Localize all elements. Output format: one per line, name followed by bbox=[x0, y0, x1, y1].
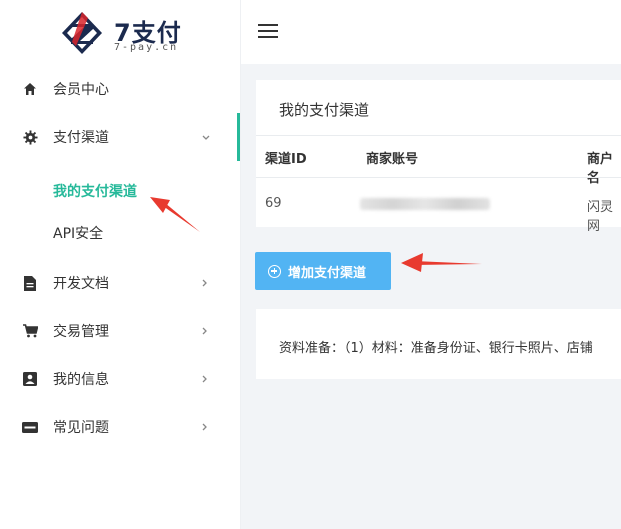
brand-logo[interactable]: 7支付 7-pay.cn bbox=[58, 10, 188, 56]
sidebar-item-label: 交易管理 bbox=[53, 324, 109, 340]
plus-circle-icon bbox=[268, 264, 281, 278]
column-header-channel-id: 渠道ID bbox=[265, 152, 307, 167]
sidebar-item-label: 我的信息 bbox=[53, 372, 109, 388]
logo-emblem-icon bbox=[62, 12, 102, 54]
sub-item-my-channels[interactable]: 我的支付渠道 bbox=[53, 181, 137, 201]
channels-card: 我的支付渠道 渠道ID 商家账号 商户名 69 闪灵网 bbox=[256, 80, 621, 234]
add-button-label: 增加支付渠道 bbox=[288, 265, 367, 281]
divider bbox=[256, 135, 621, 136]
brand-domain: 7-pay.cn bbox=[114, 42, 179, 53]
notice-text: 资料准备：（1）材料：准备身份证、银行卡照片、店铺 bbox=[279, 341, 593, 356]
column-header-merchant-name: 商户名 bbox=[587, 152, 614, 186]
home-icon bbox=[22, 81, 38, 97]
sidebar-item-label: 开发文档 bbox=[53, 276, 109, 292]
add-payment-channel-button[interactable]: 增加支付渠道 bbox=[255, 252, 391, 290]
menu-toggle-icon[interactable] bbox=[258, 23, 278, 39]
card-title: 我的支付渠道 bbox=[279, 101, 370, 119]
sidebar: 7支付 7-pay.cn 会员中心 支付渠道 我的支付渠道 API安全 开发文档… bbox=[0, 0, 241, 529]
new-badge-icon bbox=[22, 419, 38, 435]
chevron-right-icon bbox=[202, 420, 208, 434]
document-icon bbox=[22, 275, 38, 291]
active-indicator bbox=[237, 113, 240, 161]
column-header-merchant-account: 商家账号 bbox=[366, 152, 419, 167]
top-bar bbox=[241, 0, 621, 64]
sidebar-item-label: 常见问题 bbox=[53, 420, 109, 436]
chevron-right-icon bbox=[202, 276, 208, 290]
sidebar-item-transactions[interactable]: 交易管理 bbox=[0, 309, 240, 353]
sidebar-item-member-center[interactable]: 会员中心 bbox=[0, 67, 240, 111]
sub-item-api-security[interactable]: API安全 bbox=[53, 223, 103, 243]
red-arrow-annotation bbox=[401, 253, 482, 272]
cart-icon bbox=[22, 323, 38, 339]
chevron-right-icon bbox=[202, 324, 208, 338]
sidebar-item-payment-channels[interactable]: 支付渠道 bbox=[0, 115, 240, 159]
sidebar-item-my-info[interactable]: 我的信息 bbox=[0, 357, 240, 401]
sidebar-item-faq[interactable]: 常见问题 bbox=[0, 405, 240, 449]
profile-icon bbox=[22, 371, 38, 387]
divider bbox=[256, 177, 621, 178]
sidebar-item-label: 会员中心 bbox=[53, 82, 109, 98]
sidebar-item-label: 支付渠道 bbox=[53, 130, 109, 146]
chevron-right-icon bbox=[202, 372, 208, 386]
gear-icon bbox=[22, 129, 38, 145]
cell-merchant-name: 闪灵网 bbox=[587, 200, 614, 234]
chevron-down-icon bbox=[202, 130, 210, 144]
cell-merchant-account-redacted bbox=[360, 198, 490, 210]
sidebar-item-dev-docs[interactable]: 开发文档 bbox=[0, 261, 240, 305]
notice-card: 资料准备：（1）材料：准备身份证、银行卡照片、店铺 bbox=[256, 309, 621, 379]
cell-channel-id: 69 bbox=[265, 196, 282, 211]
